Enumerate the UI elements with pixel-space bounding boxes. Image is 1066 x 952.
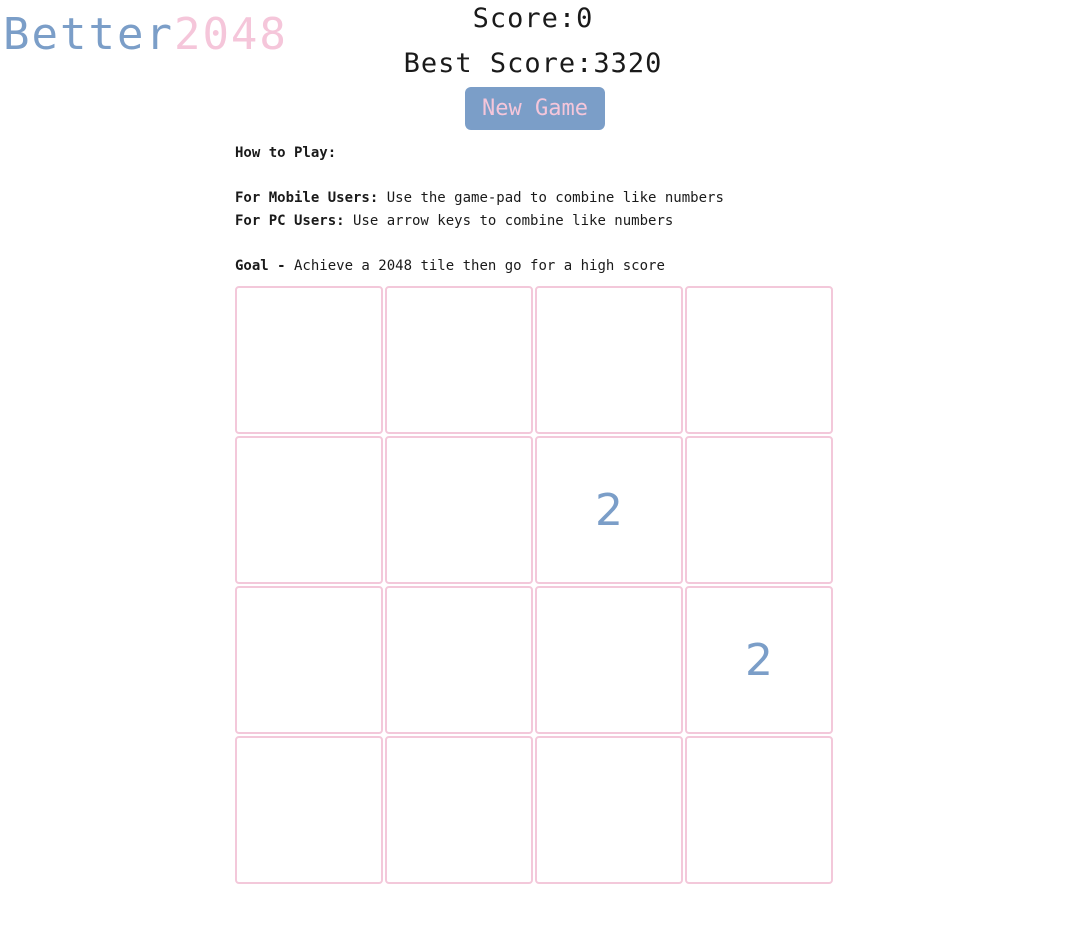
pc-label: For PC Users: <box>235 212 345 229</box>
mobile-text: Use the game-pad to combine like numbers <box>378 190 724 206</box>
tile <box>535 286 683 434</box>
tile <box>235 436 383 584</box>
goal-instructions: Goal - Achieve a 2048 tile then go for a… <box>235 255 855 278</box>
goal-label: Goal - <box>235 257 286 274</box>
pc-instructions: For PC Users: Use arrow keys to combine … <box>235 210 855 233</box>
best-score-label: Best Score: <box>403 48 594 79</box>
tile <box>385 736 533 884</box>
tile <box>685 286 833 434</box>
tile <box>535 586 683 734</box>
best-score-display: Best Score:3320 <box>0 47 1066 81</box>
pc-text: Use arrow keys to combine like numbers <box>344 212 674 229</box>
tile <box>235 286 383 434</box>
tile <box>685 736 833 884</box>
mobile-label: For Mobile Users: <box>235 190 379 206</box>
tile <box>535 736 683 884</box>
tile: 2 <box>535 436 683 584</box>
mobile-instructions: For Mobile Users: Use the game-pad to co… <box>235 187 855 210</box>
instructions-heading: How to Play: <box>235 145 337 161</box>
tile <box>385 586 533 734</box>
score-value: 0 <box>576 3 594 34</box>
instructions: How to Play: For Mobile Users: Use the g… <box>235 142 855 277</box>
tile <box>235 736 383 884</box>
tile <box>685 436 833 584</box>
game-page: Better2048 Score:0 Best Score:3320 New G… <box>0 0 1066 952</box>
tile <box>385 286 533 434</box>
score-label: Score: <box>472 3 577 34</box>
goal-text: Achieve a 2048 tile then go for a high s… <box>285 257 665 274</box>
game-board[interactable]: 2 2 <box>235 286 835 886</box>
tile <box>385 436 533 584</box>
tile: 2 <box>685 586 833 734</box>
tile <box>235 586 383 734</box>
score-display: Score:0 <box>0 2 1066 36</box>
best-score-value: 3320 <box>593 48 663 79</box>
new-game-button[interactable]: New Game <box>465 87 605 130</box>
